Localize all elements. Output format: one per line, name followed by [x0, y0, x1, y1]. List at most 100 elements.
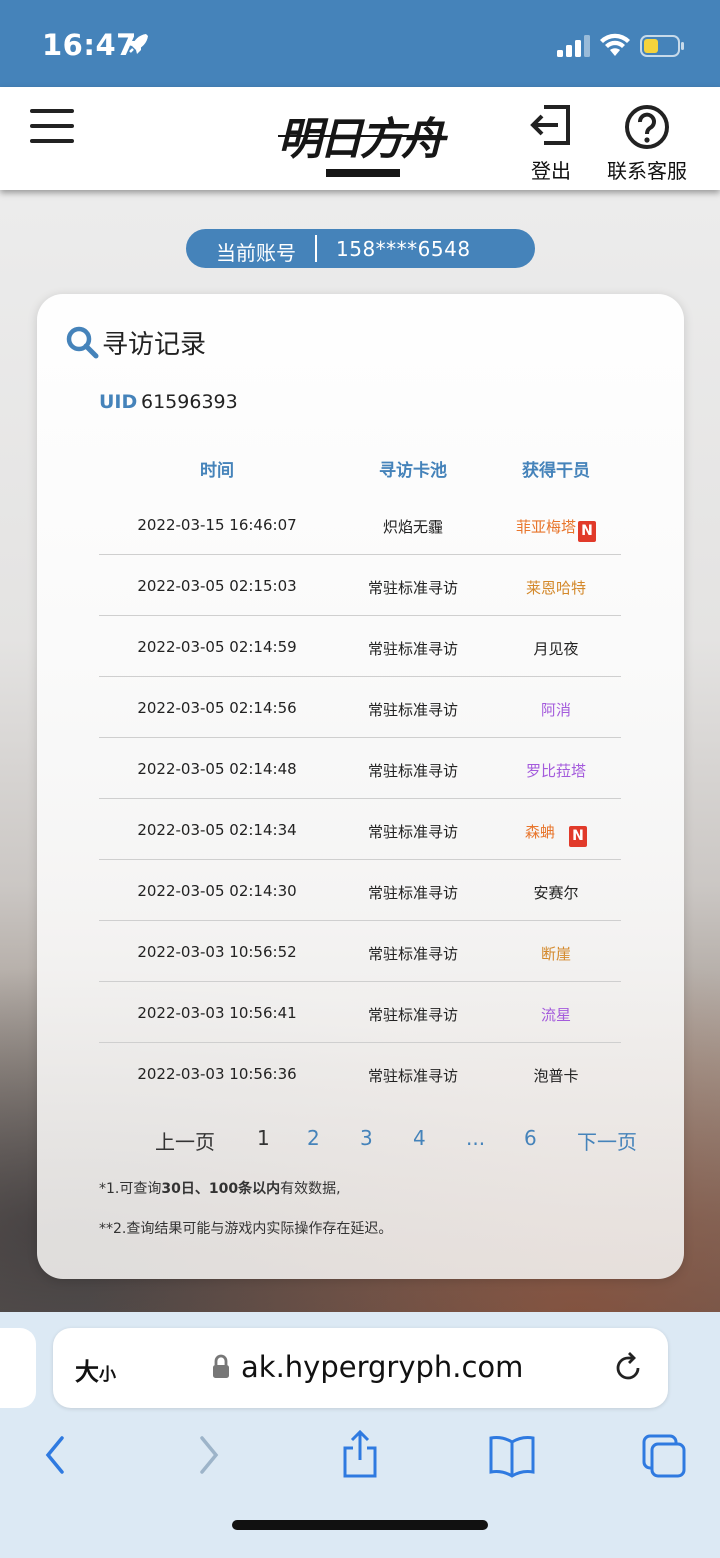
- row-operator: 森蚺 N: [491, 821, 621, 847]
- page-4-link[interactable]: 4: [413, 1126, 426, 1150]
- back-icon[interactable]: [40, 1430, 70, 1480]
- search-icon: [66, 326, 99, 359]
- tabs-icon[interactable]: [640, 1430, 688, 1480]
- service-label: 联系客服: [607, 159, 687, 183]
- table-row: 2022-03-05 02:14:59 常驻标准寻访 月见夜: [99, 616, 621, 677]
- hamburger-menu-icon[interactable]: [30, 109, 74, 143]
- table-row: 2022-03-05 02:14:30 常驻标准寻访 安赛尔: [99, 860, 621, 921]
- table-header: 时间 寻访卡池 获得干员: [99, 456, 621, 482]
- account-label: 当前账号: [216, 241, 296, 265]
- operator-name: 流星: [540, 1006, 571, 1024]
- rocket-icon: [128, 34, 148, 54]
- current-account-badge: 当前账号 158****6548: [186, 229, 535, 268]
- row-time: 2022-03-05 02:14:34: [137, 821, 297, 839]
- table-row: 2022-03-05 02:14:34 常驻标准寻访 森蚺 N: [99, 799, 621, 860]
- pagination: 上一页 1 2 3 4 ... 6 下一页: [99, 1126, 639, 1156]
- row-operator: 安赛尔: [491, 882, 621, 903]
- browser-toolbar: 大小 ak.hypergryph.com: [0, 1312, 720, 1558]
- card-title: 寻访记录: [102, 330, 207, 360]
- page-1-current: 1: [257, 1126, 270, 1150]
- operator-name: 泡普卡: [533, 1067, 579, 1085]
- home-indicator: [232, 1520, 488, 1530]
- previous-tab-preview[interactable]: [0, 1328, 36, 1408]
- top-nav: 明日方舟 登出 联系客服: [0, 87, 720, 190]
- bookmarks-icon[interactable]: [488, 1430, 536, 1480]
- row-time: 2022-03-05 02:14:30: [137, 882, 297, 900]
- logout-button[interactable]: 登出: [524, 103, 578, 183]
- customer-service-button[interactable]: 联系客服: [604, 103, 690, 183]
- row-pool: 炽焰无霾: [382, 518, 443, 536]
- uid-label: UID: [99, 391, 138, 413]
- status-time: 16:47: [42, 28, 137, 62]
- row-pool: 常驻标准寻访: [367, 640, 458, 658]
- reload-icon[interactable]: [611, 1350, 645, 1384]
- row-pool: 常驻标准寻访: [367, 945, 458, 963]
- operator-name: 安赛尔: [533, 884, 579, 902]
- row-operator: 断崖: [491, 943, 621, 964]
- operator-name: 阿消: [540, 701, 571, 719]
- operator-name: 罗比菈塔: [525, 762, 586, 780]
- text-size-button[interactable]: 大小: [75, 1352, 116, 1387]
- share-icon[interactable]: [340, 1430, 380, 1480]
- table-row: 2022-03-03 10:56:41 常驻标准寻访 流星: [99, 982, 621, 1043]
- prev-page-button[interactable]: 上一页: [155, 1126, 215, 1155]
- column-header-pool: 寻访卡池: [379, 461, 447, 481]
- row-time: 2022-03-05 02:14:56: [137, 699, 297, 717]
- account-value: 158****6548: [336, 237, 471, 261]
- row-operator: 流星: [491, 1004, 621, 1025]
- row-operator: 月见夜: [491, 638, 621, 659]
- row-time: 2022-03-03 10:56:41: [137, 1004, 297, 1022]
- row-time: 2022-03-05 02:15:03: [137, 577, 297, 595]
- address-bar[interactable]: 大小 ak.hypergryph.com: [53, 1328, 668, 1408]
- status-bar: 16:47: [0, 0, 720, 87]
- operator-name: 森蚺: [524, 823, 555, 841]
- row-operator: 罗比菈塔: [491, 760, 621, 781]
- uid-value: 61596393: [141, 391, 238, 413]
- next-page-button[interactable]: 下一页: [577, 1126, 637, 1155]
- row-pool: 常驻标准寻访: [367, 1006, 458, 1024]
- table-row: 2022-03-05 02:14:56 常驻标准寻访 阿消: [99, 677, 621, 738]
- column-header-time: 时间: [200, 461, 234, 481]
- operator-name: 断崖: [540, 945, 571, 963]
- signal-icon: [557, 35, 590, 57]
- table-row: 2022-03-15 16:46:07 炽焰无霾 菲亚梅塔 N: [99, 494, 621, 555]
- history-table: 2022-03-15 16:46:07 炽焰无霾 菲亚梅塔 N 2022-03-05 0…: [99, 494, 621, 1104]
- pagination-ellipsis: ...: [466, 1126, 486, 1150]
- row-operator: 阿消: [491, 699, 621, 720]
- operator-name: 月见夜: [533, 640, 579, 658]
- row-pool: 常驻标准寻访: [367, 823, 458, 841]
- table-row: 2022-03-03 10:56:52 常驻标准寻访 断崖: [99, 921, 621, 982]
- row-pool: 常驻标准寻访: [367, 884, 458, 902]
- page-2-link[interactable]: 2: [307, 1126, 320, 1150]
- row-time: 2022-03-03 10:56:36: [137, 1065, 297, 1083]
- table-row: 2022-03-05 02:14:48 常驻标准寻访 罗比菈塔: [99, 738, 621, 799]
- forward-icon[interactable]: [194, 1430, 224, 1480]
- row-operator: 泡普卡: [491, 1065, 621, 1086]
- battery-icon: [640, 35, 684, 57]
- page-6-link[interactable]: 6: [524, 1126, 537, 1150]
- operator-name: 菲亚梅塔: [515, 518, 576, 536]
- row-pool: 常驻标准寻访: [367, 1067, 458, 1085]
- table-row: 2022-03-05 02:15:03 常驻标准寻访 莱恩哈特: [99, 555, 621, 616]
- arknights-logo[interactable]: 明日方舟: [274, 97, 446, 181]
- column-header-operator: 获得干员: [522, 461, 590, 481]
- row-pool: 常驻标准寻访: [367, 762, 458, 780]
- new-badge: N: [569, 826, 587, 847]
- lock-icon: [213, 1354, 229, 1378]
- row-operator: 莱恩哈特: [491, 577, 621, 598]
- page-3-link[interactable]: 3: [360, 1126, 373, 1150]
- row-pool: 常驻标准寻访: [367, 579, 458, 597]
- row-time: 2022-03-05 02:14:59: [137, 638, 297, 656]
- row-operator: 菲亚梅塔 N: [491, 516, 621, 542]
- logout-icon: [530, 105, 570, 145]
- new-badge: N: [578, 521, 596, 542]
- operator-name: 莱恩哈特: [525, 579, 586, 597]
- row-time: 2022-03-15 16:46:07: [137, 516, 297, 534]
- url-text: ak.hypergryph.com: [241, 1350, 524, 1384]
- help-icon: [625, 105, 669, 149]
- row-pool: 常驻标准寻访: [367, 701, 458, 719]
- wifi-icon: [600, 33, 630, 56]
- table-row: 2022-03-03 10:56:36 常驻标准寻访 泡普卡: [99, 1043, 621, 1104]
- row-time: 2022-03-05 02:14:48: [137, 760, 297, 778]
- gacha-history-card: 寻访记录 UID 61596393 时间 寻访卡池 获得干员 2022-03-1…: [37, 294, 684, 1279]
